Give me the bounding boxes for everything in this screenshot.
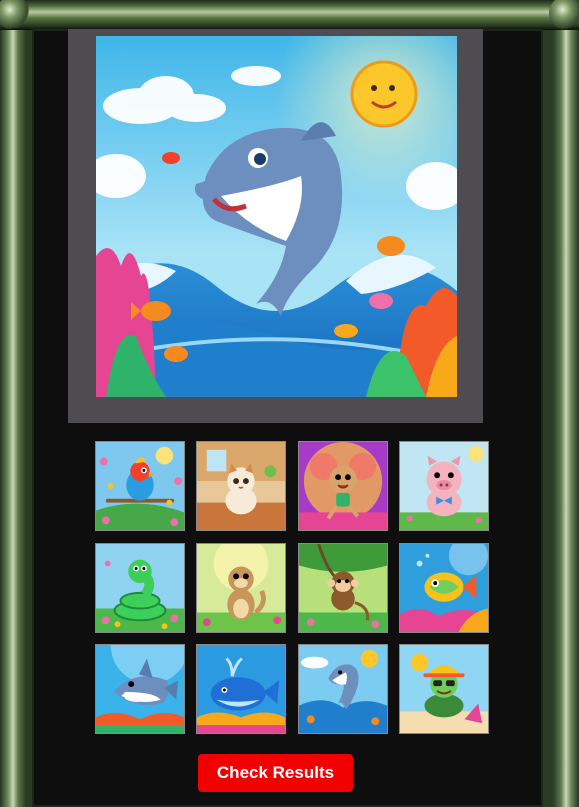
thumbnail-fish[interactable] <box>399 543 489 633</box>
thumbnail-snake[interactable] <box>95 543 185 633</box>
thumbnail-parrot[interactable] <box>95 441 185 531</box>
frame-top-border <box>0 0 579 30</box>
thumbnail-monkey[interactable] <box>298 543 388 633</box>
pig-icon <box>400 442 488 530</box>
monkey-icon <box>299 544 387 632</box>
shark-icon <box>96 645 184 733</box>
whale-icon <box>197 645 285 733</box>
meerkat-icon <box>197 544 285 632</box>
parrot-icon <box>96 442 184 530</box>
frame-corner-ornament <box>549 0 579 30</box>
thumbnail-dolphin[interactable] <box>298 644 388 734</box>
thumbnail-whale[interactable] <box>196 644 286 734</box>
thumbnail-turtle[interactable] <box>399 644 489 734</box>
main-image <box>96 36 457 397</box>
snake-icon <box>96 544 184 632</box>
thumbnail-kitten[interactable] <box>196 441 286 531</box>
thumbnail-meerkat[interactable] <box>196 543 286 633</box>
kitten-icon <box>197 442 285 530</box>
fish-icon <box>400 544 488 632</box>
dolphin-icon <box>299 645 387 733</box>
thumbnail-mouse[interactable] <box>298 441 388 531</box>
thumbnail-shark[interactable] <box>95 644 185 734</box>
mouse-icon <box>299 442 387 530</box>
thumbnail-pig[interactable] <box>399 441 489 531</box>
turtle-icon <box>400 645 488 733</box>
check-results-button[interactable]: Check Results <box>198 754 353 792</box>
sun-icon <box>350 60 418 128</box>
dolphin-scene-illustration <box>96 36 457 397</box>
